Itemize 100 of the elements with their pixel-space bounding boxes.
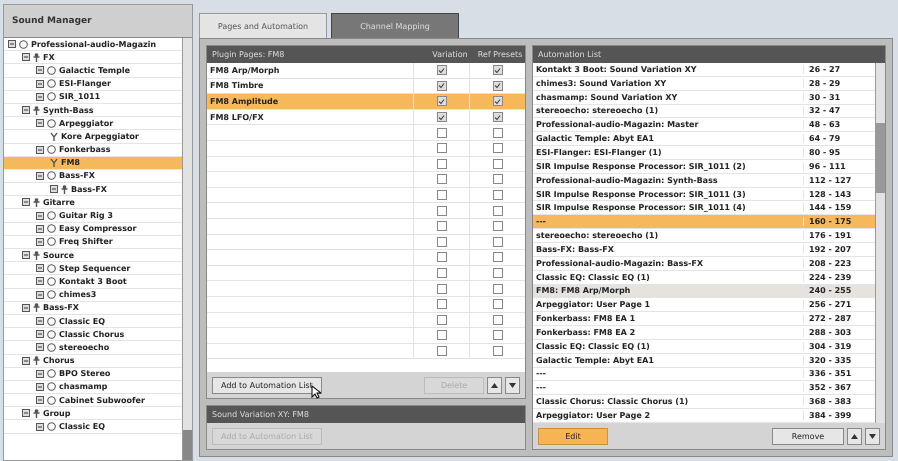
tree-item[interactable]: Freq Shifter: [4, 236, 182, 249]
tree-toggle-icon[interactable]: [36, 382, 44, 391]
list-item[interactable]: --- 160 - 175: [533, 215, 875, 230]
list-item[interactable]: Arpeggiator: User Page 1 256 - 271: [533, 298, 875, 312]
table-row[interactable]: FM8 Arp/Morph: [207, 63, 525, 79]
table-row[interactable]: FM8 Amplitude: [207, 94, 525, 110]
tree-toggle-icon[interactable]: [36, 80, 44, 88]
tree-toggle-icon[interactable]: [36, 370, 44, 378]
list-item[interactable]: Galactic Temple: Abyt EA1 64 - 79: [533, 132, 875, 146]
tree-toggle-icon[interactable]: [36, 343, 44, 352]
tree-toggle-icon[interactable]: [36, 172, 44, 180]
tree-toggle-icon[interactable]: [36, 238, 44, 246]
remove-button[interactable]: Remove: [772, 428, 844, 444]
tree-toggle-icon[interactable]: [36, 317, 44, 326]
move-down-button[interactable]: [505, 376, 520, 394]
tree-toggle-icon[interactable]: [22, 251, 30, 260]
tree-item[interactable]: SIR_1011: [4, 90, 182, 104]
checkbox[interactable]: [492, 174, 502, 184]
tree-item[interactable]: Classic EQ: [4, 314, 182, 328]
tree-toggle-icon[interactable]: [36, 66, 44, 74]
checkbox[interactable]: [492, 206, 502, 216]
tree-item[interactable]: Kore Arpeggiator: [4, 130, 182, 144]
checkbox[interactable]: [436, 65, 446, 76]
checkbox[interactable]: [436, 221, 446, 232]
checkbox[interactable]: [492, 314, 502, 325]
tree-toggle-icon[interactable]: [36, 277, 44, 286]
tree-toggle-icon[interactable]: [22, 409, 30, 418]
list-item[interactable]: chasmamp: Sound Variation XY 30 - 31: [533, 90, 875, 105]
edit-button[interactable]: Edit: [538, 428, 608, 444]
checkbox[interactable]: [436, 174, 446, 184]
tree-toggle-icon[interactable]: [36, 422, 44, 431]
checkbox[interactable]: [436, 284, 446, 294]
add-button[interactable]: Add to Automation List: [212, 376, 322, 394]
tree-item[interactable]: Easy Compressor: [4, 222, 182, 236]
tree-item[interactable]: Professional-audio-Magazin: [4, 38, 182, 52]
tree-item[interactable]: Synth-Bass: [4, 104, 182, 118]
checkbox[interactable]: [436, 314, 446, 325]
tree-toggle-icon[interactable]: [22, 53, 30, 62]
list-item[interactable]: stereoecho: stereoecho (1) 32 - 47: [533, 104, 875, 118]
list-item[interactable]: Professional-audio-Magazin: Synth-Bass 112 - 127: [533, 174, 875, 188]
tree-toggle-icon[interactable]: [8, 40, 16, 48]
checkbox[interactable]: [436, 112, 446, 122]
list-item[interactable]: Professional-audio-Magazin: Master 48 - 63: [533, 118, 875, 132]
list-item[interactable]: Professional-audio-Magazin: Bass-FX 208 - 223: [533, 256, 875, 271]
scrollbar-thumb[interactable]: [876, 123, 885, 193]
checkbox[interactable]: [436, 299, 446, 310]
tab[interactable]: Pages and Automation: [199, 13, 327, 38]
checkbox[interactable]: [436, 252, 446, 262]
list-item[interactable]: FM8: FM8 Arp/Morph 240 - 255: [533, 284, 875, 298]
checkbox[interactable]: [436, 190, 446, 200]
tree-item[interactable]: Gitarre: [4, 196, 182, 210]
checkbox[interactable]: [492, 236, 502, 247]
tree-toggle-icon[interactable]: [36, 212, 44, 220]
tree-item[interactable]: BPO Stereo: [4, 368, 182, 381]
checkbox[interactable]: [492, 80, 502, 91]
checkbox[interactable]: [436, 96, 446, 106]
list-item[interactable]: Fonkerbass: FM8 EA 1 272 - 287: [533, 312, 875, 326]
list-item[interactable]: ESI-Flanger: ESI-Flanger (1) 80 - 95: [533, 146, 875, 160]
tree-toggle-icon[interactable]: [22, 356, 30, 365]
checkbox[interactable]: [492, 96, 502, 106]
list-item[interactable]: Kontakt 3 Boot: Sound Variation XY 26 - 27: [533, 63, 875, 77]
checkbox[interactable]: [492, 268, 502, 278]
tree-item[interactable]: FM8: [4, 156, 182, 170]
checkbox[interactable]: [492, 143, 502, 154]
checkbox[interactable]: [492, 112, 502, 122]
checkbox[interactable]: [436, 143, 446, 154]
tree-item[interactable]: chimes3: [4, 288, 182, 302]
tree-item[interactable]: ESI-Flanger: [4, 78, 182, 91]
list-item[interactable]: Fonkerbass: FM8 EA 2 288 - 303: [533, 326, 875, 340]
tree-item[interactable]: Arpeggiator: [4, 117, 182, 130]
list-item[interactable]: --- 336 - 351: [533, 368, 875, 382]
tree-item[interactable]: Step Sequencer: [4, 262, 182, 276]
list-item[interactable]: Classic Chorus: Classic Chorus (1) 368 - 383: [533, 395, 875, 410]
tree-item[interactable]: Bass-FX: [4, 302, 182, 315]
checkbox[interactable]: [492, 252, 502, 262]
tree-toggle-icon[interactable]: [36, 264, 44, 272]
list-item[interactable]: Classic EQ: Classic EQ (1) 304 - 319: [533, 340, 875, 354]
tree-item[interactable]: Classic Chorus: [4, 328, 182, 342]
tree-item[interactable]: Bass-FX: [4, 183, 182, 196]
checkbox[interactable]: [436, 268, 446, 278]
checkbox[interactable]: [492, 158, 502, 169]
scrollbar[interactable]: [875, 63, 885, 423]
tree-item[interactable]: FX: [4, 51, 182, 64]
checkbox[interactable]: [436, 236, 446, 247]
move-up-button[interactable]: [847, 428, 862, 444]
checkbox[interactable]: [436, 128, 446, 138]
tree-toggle-icon[interactable]: [36, 146, 44, 154]
tree-item[interactable]: Classic EQ: [4, 420, 182, 434]
tree-toggle-icon[interactable]: [36, 290, 44, 299]
checkbox[interactable]: [436, 330, 446, 340]
checkbox[interactable]: [436, 158, 446, 169]
tree-item[interactable]: Source: [4, 249, 182, 262]
checkbox[interactable]: [492, 299, 502, 310]
checkbox[interactable]: [436, 346, 446, 356]
tree-toggle-icon[interactable]: [36, 396, 44, 404]
list-item[interactable]: Bass-FX: Bass-FX 192 - 207: [533, 242, 875, 257]
checkbox[interactable]: [436, 206, 446, 216]
tree-toggle-icon[interactable]: [22, 106, 30, 114]
tree-toggle-icon[interactable]: [22, 304, 30, 312]
tree-toggle-icon[interactable]: [22, 198, 30, 206]
